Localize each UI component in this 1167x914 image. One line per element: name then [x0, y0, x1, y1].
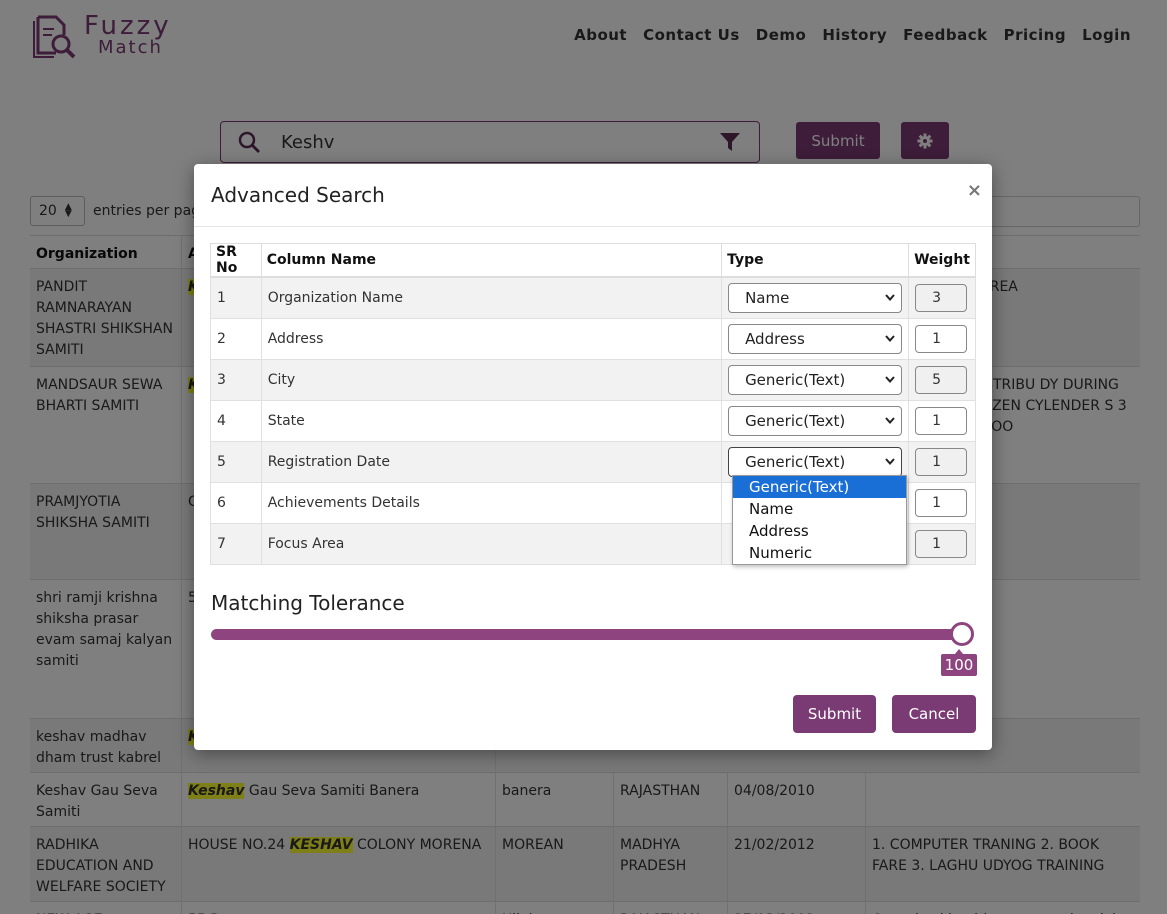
cell-sr-no: 5: [210, 440, 262, 483]
weight-input[interactable]: 5: [915, 365, 968, 394]
cell-type: Address: [721, 317, 910, 360]
modal-title: Advanced Search: [211, 183, 385, 207]
cell-column-name: Address: [260, 317, 723, 360]
type-select[interactable]: Address: [728, 323, 903, 354]
chevron-down-icon: [885, 376, 895, 383]
cell-type: Generic(Text): [721, 358, 910, 401]
weight-input[interactable]: 3: [915, 283, 968, 312]
weight-input[interactable]: 1: [915, 324, 968, 353]
table-header-row: SR No Column Name Type Weight: [210, 243, 976, 278]
type-value: Address: [745, 329, 805, 348]
weight-input[interactable]: 1: [915, 406, 968, 435]
modal-header: Advanced Search ×: [194, 164, 992, 227]
cell-column-name: Organization Name: [260, 276, 723, 319]
cell-weight: 3: [908, 276, 976, 319]
chevron-down-icon: [885, 335, 895, 342]
type-dropdown-list: Generic(Text) Name Address Numeric: [732, 475, 907, 565]
cancel-button[interactable]: Cancel: [892, 695, 976, 733]
cell-sr-no: 6: [210, 481, 262, 524]
cell-weight: 1: [908, 522, 976, 565]
type-select[interactable]: Generic(Text): [728, 364, 903, 395]
cell-sr-no: 7: [210, 522, 262, 565]
cell-column-name: Registration Date: [260, 440, 723, 483]
cell-weight: 5: [908, 358, 976, 401]
weight-input[interactable]: 1: [915, 488, 968, 517]
tolerance-slider-handle[interactable]: [950, 622, 974, 646]
close-icon[interactable]: ×: [967, 180, 982, 201]
dropdown-option-address[interactable]: Address: [733, 520, 906, 542]
table-row: 2 Address Address 1: [210, 317, 976, 360]
cell-sr-no: 3: [210, 358, 262, 401]
weight-input[interactable]: 1: [915, 529, 968, 558]
cell-weight: 1: [908, 317, 976, 360]
cell-sr-no: 4: [210, 399, 262, 442]
submit-button[interactable]: Submit: [793, 695, 876, 733]
header-weight: Weight: [908, 243, 976, 278]
dropdown-option-name[interactable]: Name: [733, 498, 906, 520]
chevron-down-icon: [885, 458, 895, 465]
header-column-name: Column Name: [260, 243, 723, 278]
header-sr-no: SR No: [210, 243, 262, 278]
cell-type: Generic(Text): [721, 399, 910, 442]
table-row: 4 State Generic(Text) 1: [210, 399, 976, 442]
cell-sr-no: 2: [210, 317, 262, 360]
cell-sr-no: 1: [210, 276, 262, 319]
type-value: Name: [745, 288, 790, 307]
matching-tolerance-title: Matching Tolerance: [211, 591, 405, 615]
header-type: Type: [721, 243, 910, 278]
cell-column-name: Achievements Details: [260, 481, 723, 524]
cell-column-name: Focus Area: [260, 522, 723, 565]
dropdown-option-numeric[interactable]: Numeric: [733, 542, 906, 564]
dropdown-option-generic-text[interactable]: Generic(Text): [733, 476, 906, 498]
chevron-down-icon: [885, 417, 895, 424]
weight-input[interactable]: 1: [915, 447, 968, 476]
type-value: Generic(Text): [745, 452, 846, 471]
cell-type: Name: [721, 276, 910, 319]
cell-column-name: City: [260, 358, 723, 401]
type-value: Generic(Text): [745, 370, 846, 389]
chevron-down-icon: [885, 294, 895, 302]
tolerance-value-badge: 100: [941, 649, 977, 676]
cell-weight: 1: [908, 440, 976, 483]
type-select-open[interactable]: Generic(Text): [728, 446, 903, 477]
advanced-search-modal: Advanced Search × SR No Column Name Type…: [194, 164, 992, 750]
tolerance-slider-track[interactable]: [211, 629, 965, 640]
type-select[interactable]: Generic(Text): [728, 405, 903, 436]
type-value: Generic(Text): [745, 411, 846, 430]
cell-weight: 1: [908, 481, 976, 524]
type-select[interactable]: Name: [728, 282, 903, 313]
table-row: 1 Organization Name Name 3: [210, 276, 976, 319]
table-row: 3 City Generic(Text) 5: [210, 358, 976, 401]
cell-weight: 1: [908, 399, 976, 442]
cell-column-name: State: [260, 399, 723, 442]
